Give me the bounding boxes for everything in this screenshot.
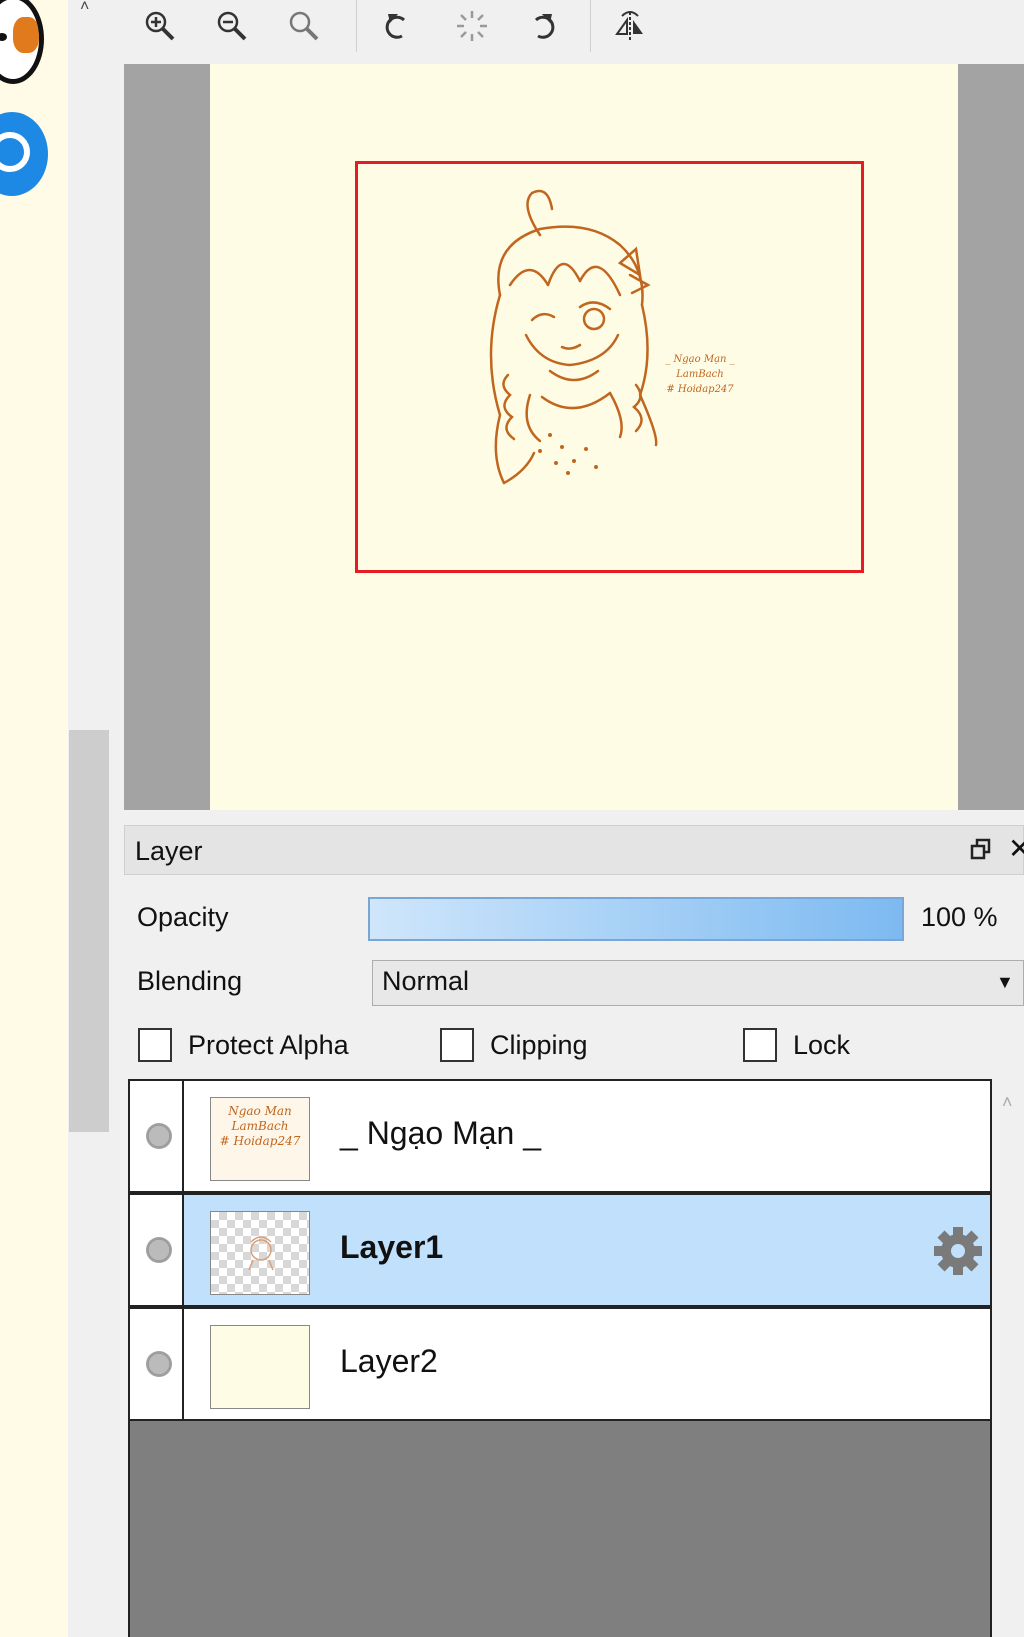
layer-name: Layer1 [340, 1229, 444, 1265]
zoom-reset-icon[interactable] [282, 4, 326, 48]
rotate-reset-icon[interactable] [450, 4, 494, 48]
watermark-line: # Hoidap247 [666, 384, 734, 395]
visibility-toggle-icon[interactable] [146, 1123, 172, 1149]
thumbnail-text: Ngao Man [228, 1104, 292, 1118]
watermark: _ Ngạo Mạn _ LamBach # Hoidap247 [660, 352, 740, 397]
view-toolbar [120, 0, 1024, 62]
visibility-toggle-icon[interactable] [146, 1351, 172, 1377]
blending-label: Blending [137, 966, 243, 996]
rotate-right-icon[interactable] [522, 4, 566, 48]
layer-thumbnail [210, 1325, 310, 1409]
left-sidebar [0, 0, 68, 1637]
float-window-icon[interactable] [970, 838, 996, 864]
zoom-out-icon[interactable] [210, 4, 254, 48]
layer-panel-titlebar[interactable] [124, 825, 1024, 875]
layer-name: _ Ngạo Mạn _ [340, 1115, 542, 1151]
layer-name: Layer2 [340, 1343, 438, 1379]
opacity-slider-fill [370, 899, 902, 939]
panel-title: Layer [135, 836, 203, 866]
scrollbar-thumb[interactable] [69, 730, 109, 1132]
thumbnail-text: # Hoidap247 [219, 1134, 301, 1148]
opacity-label: Opacity [137, 902, 229, 932]
zoom-in-icon[interactable] [138, 4, 182, 48]
layer-thumbnail: Ngao Man LamBach # Hoidap247 [210, 1097, 310, 1181]
sketch-artwork [489, 189, 658, 485]
clipping-checkbox[interactable] [440, 1028, 474, 1062]
lock-label: Lock [793, 1030, 851, 1060]
clipping-label: Clipping [490, 1030, 588, 1060]
blending-value: Normal [382, 966, 470, 996]
chevron-down-icon[interactable]: ▼ [996, 972, 1014, 993]
layer-row[interactable]: Layer1 [128, 1193, 992, 1307]
lock-checkbox[interactable] [743, 1028, 777, 1062]
visibility-toggle-icon[interactable] [146, 1237, 172, 1263]
opacity-value: 100 % [921, 902, 998, 932]
protect-alpha-label: Protect Alpha [188, 1030, 349, 1060]
close-icon[interactable]: ✕ [1008, 832, 1024, 865]
rotate-left-icon[interactable] [374, 4, 418, 48]
blending-dropdown[interactable] [372, 960, 1024, 1006]
scroll-up-arrow-icon[interactable]: ˄ [1002, 1092, 1013, 1113]
gear-icon[interactable] [932, 1225, 984, 1277]
scroll-up-arrow-icon[interactable]: ˄ [80, 0, 100, 15]
watermark-line: _ Ngạo Mạn _ [665, 354, 735, 365]
protect-alpha-checkbox[interactable] [138, 1028, 172, 1062]
layer-row[interactable]: Layer2 [128, 1307, 992, 1421]
watermark-line: LamBach [676, 369, 724, 380]
flip-horizontal-icon[interactable] [608, 4, 652, 48]
thumbnail-text: LamBach [231, 1119, 289, 1133]
layer-row[interactable]: Ngao Man LamBach # Hoidap247 _ Ngạo Mạn … [128, 1079, 992, 1193]
layer-thumbnail [210, 1211, 310, 1295]
